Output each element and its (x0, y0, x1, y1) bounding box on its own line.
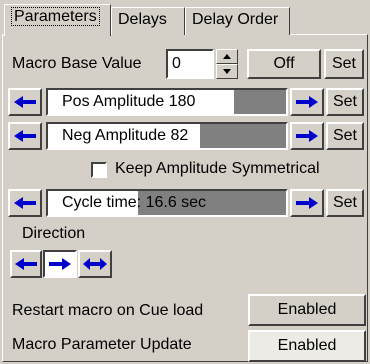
off-button[interactable]: Off (247, 49, 321, 79)
tab-delays-label: Delays (118, 11, 167, 28)
arrow-left-icon (14, 96, 36, 108)
arrow-left-icon (14, 130, 36, 142)
arrow-right-icon (296, 96, 318, 108)
macro-base-label: Macro Base Value (12, 55, 142, 72)
pos-amplitude-set-button[interactable]: Set (326, 88, 364, 116)
keep-symmetrical-checkbox[interactable] (91, 162, 107, 178)
tab-delays[interactable]: Delays (111, 7, 185, 35)
tab-parameters-label: Parameters (11, 7, 100, 26)
direction-reverse-button[interactable] (10, 250, 42, 278)
direction-label: Direction (22, 225, 86, 242)
spin-up-icon (223, 54, 231, 59)
cycle-time-decrease-button[interactable] (8, 189, 42, 217)
restart-macro-label: Restart macro on Cue load (12, 302, 204, 319)
double-arrow-icon (83, 258, 107, 270)
spin-down-icon (223, 69, 231, 74)
keep-symmetrical-label: Keep Amplitude Symmetrical (115, 160, 320, 177)
pos-amplitude-label: Pos Amplitude 180 (62, 93, 196, 110)
neg-amplitude-set-button[interactable]: Set (326, 122, 364, 150)
arrow-right-icon (49, 258, 71, 270)
arrow-right-icon (296, 197, 318, 209)
neg-amplitude-label: Neg Amplitude 82 (62, 127, 189, 144)
param-update-button[interactable]: Enabled (248, 330, 366, 362)
pos-amplitude-bar[interactable]: Pos Amplitude 180 (46, 88, 288, 116)
macro-base-input[interactable]: 0 (166, 49, 214, 79)
arrow-left-icon (15, 258, 37, 270)
neg-amplitude-bar[interactable]: Neg Amplitude 82 (46, 122, 288, 150)
direction-forward-button[interactable] (43, 250, 77, 278)
pos-amplitude-decrease-button[interactable] (8, 88, 42, 116)
arrow-right-icon (296, 130, 318, 142)
cycle-time-label: Cycle time: 16.6 sec (62, 194, 207, 211)
cycle-time-set-button[interactable]: Set (326, 189, 364, 217)
cycle-time-increase-button[interactable] (290, 189, 324, 217)
direction-bounce-button[interactable] (78, 250, 112, 278)
pos-amplitude-increase-button[interactable] (290, 88, 324, 116)
tab-delay-order[interactable]: Delay Order (185, 7, 290, 35)
spin-up-button[interactable] (216, 49, 238, 64)
neg-amplitude-decrease-button[interactable] (8, 122, 42, 150)
tab-delay-order-label: Delay Order (192, 11, 279, 28)
restart-macro-button[interactable]: Enabled (248, 294, 366, 326)
tab-parameters[interactable]: Parameters (4, 4, 111, 36)
param-update-label: Macro Parameter Update (12, 336, 192, 353)
cycle-time-bar[interactable]: Cycle time: 16.6 sec (46, 189, 288, 217)
spin-down-button[interactable] (216, 64, 238, 79)
neg-amplitude-increase-button[interactable] (290, 122, 324, 150)
arrow-left-icon (14, 197, 36, 209)
macro-base-set-button[interactable]: Set (324, 49, 364, 79)
